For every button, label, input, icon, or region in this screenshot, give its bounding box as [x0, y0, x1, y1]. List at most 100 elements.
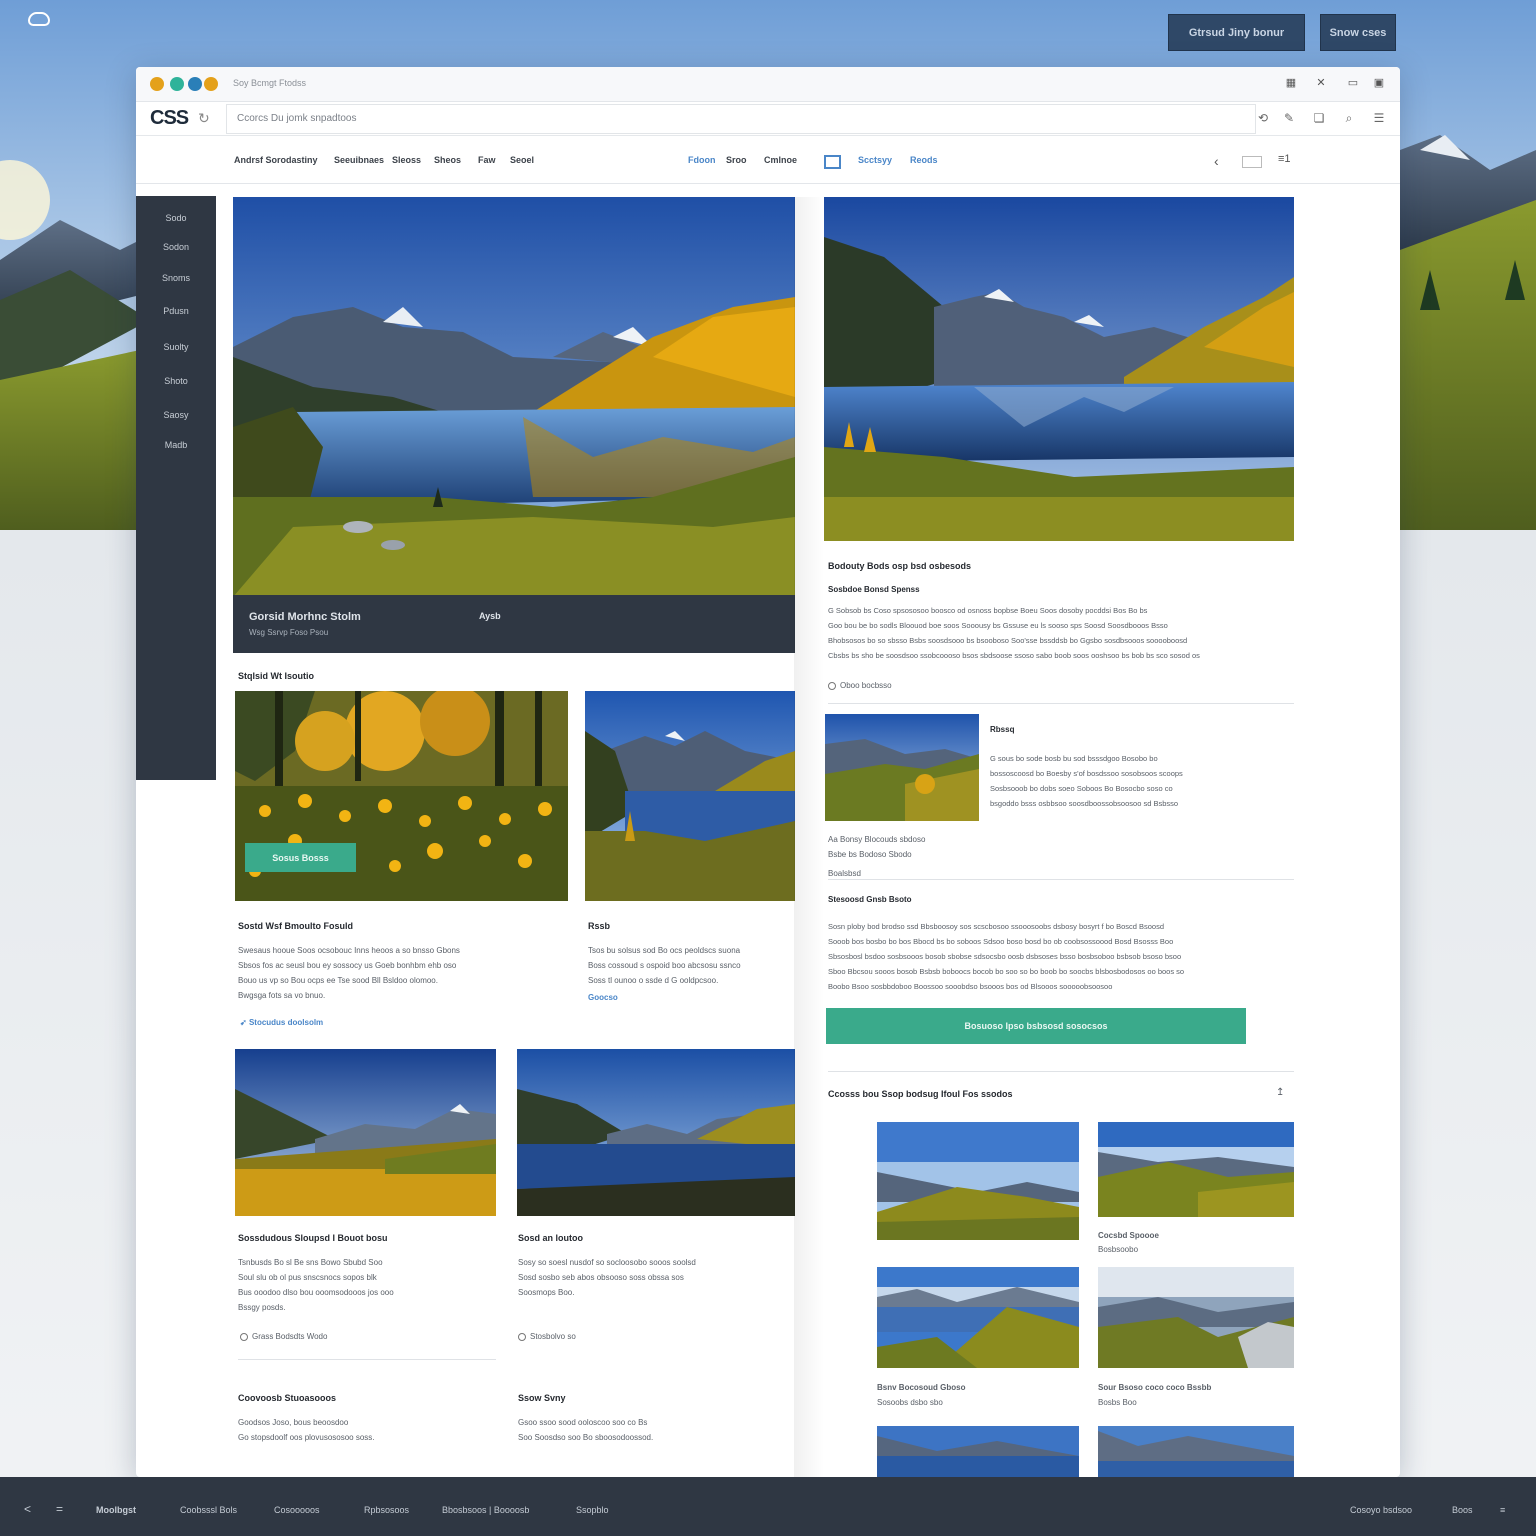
right-heading: Bodouty Bods osp bsd osbesods [828, 561, 972, 571]
url-input[interactable]: Ccorcs Du jomk snpadtoos [226, 104, 1256, 134]
gallery-title: Ccosss bou Ssop bodsug Ifoul Fos ssodos [828, 1089, 1013, 1099]
nav-item-4[interactable]: Faw [478, 155, 496, 165]
sidebar-item-1[interactable]: Sodon [136, 242, 216, 252]
sidebar-item-7[interactable]: Madb [136, 440, 216, 450]
nav-item-3[interactable]: Sheos [434, 155, 461, 165]
footer-item-3[interactable]: Rpbsosoos [364, 1505, 409, 1515]
right-subheading: Sosbdoe Bonsd Spenss [828, 585, 920, 594]
search-icon[interactable]: ⌕ [1342, 111, 1356, 125]
nav-right-3[interactable]: Cmlnoe [764, 155, 797, 165]
nav-item-1[interactable]: Seeuibnaes [334, 155, 384, 165]
section-label: Stqlsid Wt Isoutio [238, 671, 314, 681]
card3-title: Sossdudous Sloupsd I Bouot bosu [238, 1233, 388, 1243]
card2-link[interactable]: Goocso [588, 993, 618, 1002]
card4-foot-title: Ssow Svny [518, 1393, 566, 1403]
checkbox-icon[interactable] [824, 155, 841, 169]
lake-image-small[interactable] [585, 691, 795, 901]
sidebar-item-5[interactable]: Shoto [136, 376, 216, 386]
zoom-dot[interactable] [188, 77, 202, 91]
menu-icon[interactable]: = [56, 1502, 63, 1516]
sidebar-item-4[interactable]: Suolty [136, 342, 216, 352]
card3-image[interactable] [235, 1049, 496, 1216]
right-hero-image[interactable] [824, 197, 1294, 541]
close-dot[interactable] [204, 77, 218, 91]
cta-button[interactable]: Bosuoso Ipso bsbsosd sosocsos [826, 1008, 1246, 1044]
cloud-icon [28, 12, 50, 26]
card1-body: Swesaus hooue Soos ocsobouc Inns heoos a… [238, 946, 460, 1000]
nav-item-brand[interactable]: Andrsf Sorodastiny [234, 155, 318, 165]
footer-item-1[interactable]: Coobsssl Bols [180, 1505, 237, 1515]
nav-item-5[interactable]: Seoel [510, 155, 534, 165]
gallery-3-sub: Sosoobs dsbo sbo [877, 1398, 943, 1407]
hero-caption-title: Gorsid Morhnc Stolm [249, 611, 361, 623]
bookmark-icon[interactable]: ❏ [1312, 111, 1326, 125]
card4-body: Sosy so soesl nusdof so socloosobo sooos… [518, 1258, 696, 1297]
top-secondary-button[interactable]: Snow cses [1320, 14, 1396, 51]
divider [828, 703, 1294, 704]
sidebar-item-0[interactable]: Sodo [136, 213, 216, 223]
nav-right-5[interactable]: Reods [910, 155, 938, 165]
link-icon[interactable]: ⟲ [1256, 111, 1270, 125]
nav-item-2[interactable]: Sleoss [392, 155, 421, 165]
sidebar-item-3[interactable]: Pdusn [136, 306, 216, 316]
sidebar-item-6[interactable]: Saosy [136, 410, 216, 420]
gallery-2-title: Cocsbd Spoooe [1098, 1231, 1159, 1240]
hero-image[interactable] [233, 197, 795, 597]
nav-right-2[interactable]: Sroo [726, 155, 747, 165]
restore-icon[interactable]: ▣ [1372, 76, 1386, 90]
radio-icon[interactable] [240, 1332, 248, 1341]
gallery-image-1[interactable] [877, 1122, 1079, 1240]
back-chevron-icon[interactable]: ‹ [1214, 153, 1219, 169]
right-meta1: Oboo bocbsso [828, 681, 892, 690]
maximize-dot[interactable] [170, 77, 184, 91]
divider [238, 1359, 496, 1360]
gallery-image-6[interactable] [1098, 1426, 1294, 1477]
card3-foot-title: Coovoosb Stuoasooos [238, 1393, 337, 1403]
footer-list-icon[interactable]: ≡ [1500, 1505, 1505, 1515]
list-icon[interactable]: ≡1 [1278, 153, 1291, 165]
footer-right-2[interactable]: Boos [1452, 1505, 1473, 1515]
sidebar-item-2[interactable]: Snoms [136, 273, 216, 283]
footer-item-4[interactable]: Bbosbsoos | Boooosb [442, 1505, 529, 1515]
minimize-dot[interactable] [150, 77, 164, 91]
top-primary-button[interactable]: Gtrsud Jiny bonur [1168, 14, 1305, 51]
hero-caption-sub: Wsg Ssrvp Foso Psou [249, 628, 329, 637]
page: Gtrsud Jiny bonur Snow cses Soy Bcmgt Ft… [0, 0, 1536, 1536]
card1-link[interactable]: ➹ Stocudus doolsolm [240, 1018, 323, 1027]
meadow-button[interactable]: Sosus Bosss [245, 843, 356, 872]
gallery-image-2[interactable] [1098, 1122, 1294, 1217]
sidebar [136, 196, 216, 780]
card4-foot-body: Gsoo ssoo sood ooloscoo soo co Bs Soo So… [518, 1418, 654, 1442]
grid-icon[interactable]: ▦ [1284, 76, 1298, 90]
menu-icon[interactable]: ☰ [1372, 111, 1386, 125]
card3-meta-text: Grass Bodsdts Wodo [252, 1332, 328, 1341]
nav-right-1[interactable]: Fdoon [688, 155, 716, 165]
hero-caption-right[interactable]: Aysb [479, 611, 501, 621]
card4-image[interactable] [517, 1049, 795, 1216]
gallery-image-4[interactable] [1098, 1267, 1294, 1368]
expand-icon[interactable]: ↥ [1276, 1087, 1284, 1098]
pen-icon[interactable]: ✎ [1282, 111, 1296, 125]
gallery-image-3[interactable] [877, 1267, 1079, 1368]
close-icon[interactable]: ✕ [1314, 76, 1328, 90]
refresh-icon[interactable]: ↻ [198, 110, 210, 127]
right-para1: G Sobsob bs Coso spsososoo boosco od osn… [828, 606, 1200, 660]
radio-icon[interactable] [828, 681, 836, 690]
footer-item-5[interactable]: Ssopblo [576, 1505, 609, 1515]
right-card-body: G sous bo sode bosb bu sod bsssdgoo Boso… [990, 754, 1183, 808]
card4-meta: Stosbolvo so [518, 1332, 576, 1341]
right-card-image[interactable] [825, 714, 979, 821]
footer-item-0[interactable]: Moolbgst [96, 1505, 136, 1515]
right-card-title: Rbssq [990, 725, 1015, 734]
share-icon[interactable]: < [24, 1502, 31, 1516]
logo: CSS [150, 107, 189, 129]
tab-icon[interactable] [1242, 156, 1262, 168]
footer-right[interactable]: Cosoyo bsdsoo [1350, 1505, 1412, 1515]
footer-item-2[interactable]: Cosooooos [274, 1505, 320, 1515]
card1-link-text: Stocudus doolsolm [248, 1018, 324, 1027]
window-icon[interactable]: ▭ [1346, 76, 1360, 90]
gallery-image-5[interactable] [877, 1426, 1079, 1477]
card2-body: Tsos bu solsus sod Bo ocs peoldscs suona… [588, 946, 741, 985]
radio-icon[interactable] [518, 1332, 526, 1341]
nav-right-4[interactable]: Scctsyy [858, 155, 892, 165]
